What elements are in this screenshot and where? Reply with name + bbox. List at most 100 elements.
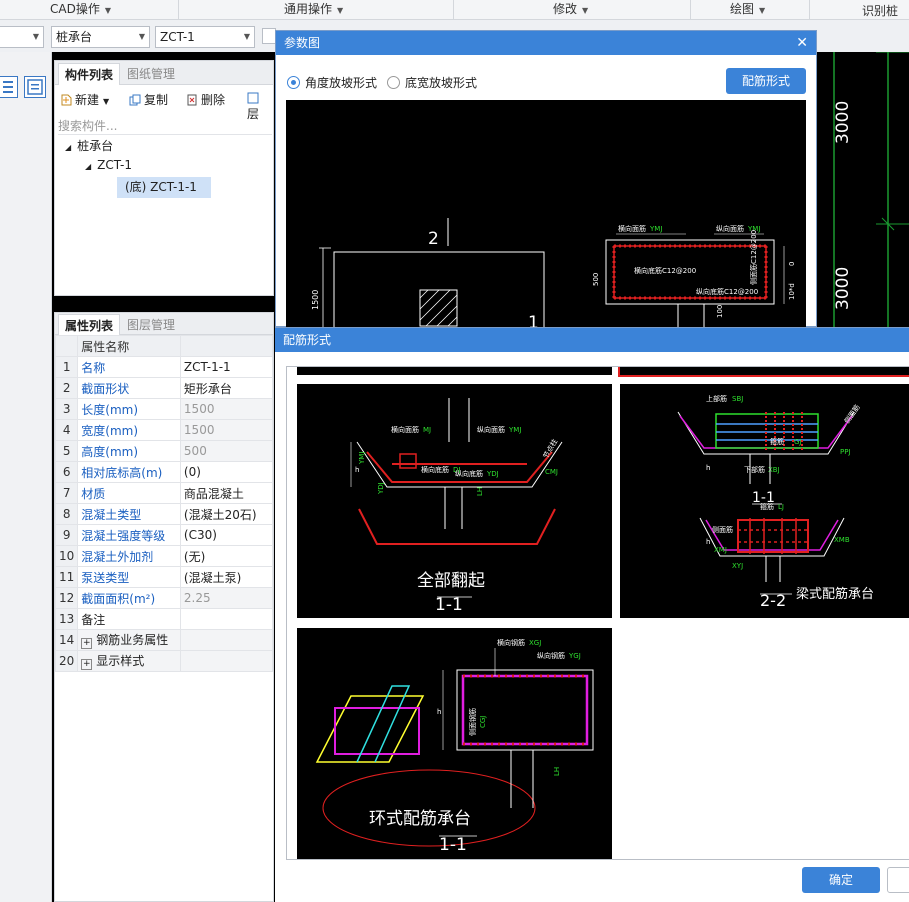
menu-cad-operations[interactable]: CAD操作 ▼ bbox=[50, 0, 111, 20]
cad-canvas[interactable]: 3000 3000 bbox=[816, 52, 909, 327]
dialog-title: 配筋形式 bbox=[283, 333, 332, 347]
rebar-label: 纵向面筋 bbox=[477, 425, 505, 434]
rebar-thumb-prev-selected[interactable] bbox=[618, 367, 909, 377]
rebar-form-button[interactable]: 配筋形式 bbox=[726, 68, 806, 94]
property-row[interactable]: 13 备注 bbox=[54, 608, 274, 630]
property-row[interactable]: 6 相对底标高(m) (0) bbox=[54, 461, 274, 483]
tree-node-pile-cap[interactable]: ◢ 桩承台 bbox=[65, 137, 113, 154]
component-search-input[interactable]: 搜索构件... bbox=[58, 117, 272, 135]
list-view-icon[interactable] bbox=[0, 76, 18, 98]
tree-node-zct1[interactable]: ◢ ZCT-1 bbox=[85, 158, 132, 172]
property-row[interactable]: 10 混凝土外加剂 (无) bbox=[54, 545, 274, 567]
property-row[interactable]: 9 混凝土强度等级 (C30) bbox=[54, 524, 274, 546]
property-row[interactable]: 20 + 显示样式 bbox=[54, 650, 274, 672]
floor-select[interactable]: ▼ bbox=[0, 26, 44, 48]
header-index bbox=[54, 335, 79, 357]
menu-draw[interactable]: 绘图 ▼ bbox=[730, 0, 765, 20]
property-index: 13 bbox=[54, 608, 79, 630]
property-value[interactable]: (混凝土20石) bbox=[179, 503, 274, 525]
property-index: 10 bbox=[54, 545, 79, 567]
radio-width-slope[interactable]: 底宽放坡形式 bbox=[387, 74, 477, 91]
tree-node-label: ZCT-1 bbox=[97, 158, 132, 172]
rebar-code: GJ bbox=[794, 438, 802, 446]
dialog-title: 参数图 bbox=[284, 36, 321, 50]
confirm-button[interactable]: 确定 bbox=[802, 867, 880, 893]
copy-button[interactable]: 复制 bbox=[129, 91, 168, 108]
property-index: 5 bbox=[54, 440, 79, 462]
section-mark: 2 bbox=[428, 229, 439, 249]
rebar-label: 箍筋 bbox=[770, 437, 784, 446]
property-value[interactable]: ZCT-1-1 bbox=[179, 356, 274, 378]
property-index: 9 bbox=[54, 524, 79, 546]
type-select[interactable]: 桩承台 ▼ bbox=[51, 26, 150, 48]
delete-button[interactable]: 删除 bbox=[186, 91, 225, 108]
property-index: 7 bbox=[54, 482, 79, 504]
cancel-button[interactable] bbox=[887, 867, 909, 893]
rebar-code: YDJ bbox=[486, 470, 499, 478]
rebar-thumb-beam[interactable]: 上部筋 SBJ 侧面筋 下部筋 XBJ 箍筋 GJ PPJ 1-1 箍筋 LJ 侧面筋 … bbox=[620, 384, 909, 618]
property-row[interactable]: 4 宽度(mm) 1500 bbox=[54, 419, 274, 441]
property-value: 2.25 bbox=[179, 587, 274, 609]
property-value: 1500 bbox=[179, 419, 274, 441]
property-group-label: 显示样式 bbox=[96, 654, 145, 668]
rebar-thumb-ring[interactable]: 横向钢筋 XGJ 纵向钢筋 YGJ 侧面钢筋 CGJ h 环式配筋承台 1-1 LH bbox=[297, 628, 612, 860]
property-row[interactable]: 2 截面形状 矩形承台 bbox=[54, 377, 274, 399]
rebar-code: YMJ bbox=[358, 452, 366, 465]
property-value[interactable]: (0) bbox=[179, 461, 274, 483]
thumb-caption: 全部翻起 bbox=[417, 571, 485, 591]
tab-drawing-management[interactable]: 图纸管理 bbox=[121, 63, 181, 85]
select-value: ZCT-1 bbox=[160, 30, 195, 44]
property-row[interactable]: 7 材质 商品混凝土 bbox=[54, 482, 274, 504]
detail-view-icon[interactable] bbox=[24, 76, 46, 98]
dimension-text: 100 bbox=[716, 305, 724, 318]
rebar-thumb-full-bent[interactable]: 横向面筋 MJ 纵向面筋 YMJ 横向底筋 DJ 纵向底筋 YDJ 节点柱 CMJ h … bbox=[297, 384, 612, 618]
dialog-titlebar: 配筋形式 bbox=[275, 328, 909, 352]
rebar-code: CGJ bbox=[479, 716, 487, 728]
tab-component-list[interactable]: 构件列表 bbox=[58, 63, 121, 85]
menu-common-operations[interactable]: 通用操作 ▼ bbox=[284, 0, 343, 20]
expand-plus-icon[interactable]: + bbox=[81, 659, 93, 670]
dimension-text: h bbox=[706, 538, 710, 546]
property-row[interactable]: 3 长度(mm) 1500 bbox=[54, 398, 274, 420]
property-value[interactable]: 矩形承台 bbox=[179, 377, 274, 399]
property-value[interactable] bbox=[179, 608, 274, 630]
new-button[interactable]: 新建 ▼ bbox=[60, 91, 109, 108]
property-value[interactable]: (混凝土泵) bbox=[179, 566, 274, 588]
radio-angle-slope[interactable]: 角度放坡形式 bbox=[287, 74, 377, 91]
radio-checked-icon bbox=[287, 76, 300, 89]
expand-plus-icon[interactable]: + bbox=[81, 638, 93, 649]
property-row[interactable]: 12 截面面积(m²) 2.25 bbox=[54, 587, 274, 609]
property-row[interactable]: 5 高度(mm) 500 bbox=[54, 440, 274, 462]
property-value[interactable]: (C30) bbox=[179, 524, 274, 546]
rebar-code: CMJ bbox=[545, 468, 558, 476]
property-value[interactable]: (无) bbox=[179, 545, 274, 567]
section-label: 1-1 bbox=[439, 835, 467, 855]
menu-divider bbox=[690, 0, 691, 20]
tree-node-label: (底) ZCT-1-1 bbox=[125, 180, 197, 194]
tree-node-zct1-1-selected[interactable]: (底) ZCT-1-1 bbox=[117, 177, 211, 198]
new-label: 新建 bbox=[75, 93, 100, 107]
property-index: 1 bbox=[54, 356, 79, 378]
property-index: 14 bbox=[54, 629, 79, 651]
property-row[interactable]: 11 泵送类型 (混凝土泵) bbox=[54, 566, 274, 588]
property-row[interactable]: 1 名称 ZCT-1-1 bbox=[54, 356, 274, 378]
search-placeholder: 搜索构件... bbox=[58, 119, 118, 133]
property-value[interactable]: 商品混凝土 bbox=[179, 482, 274, 504]
dimension-text: h bbox=[706, 464, 710, 472]
menu-modify[interactable]: 修改 ▼ bbox=[553, 0, 588, 20]
menu-divider bbox=[178, 0, 179, 20]
menu-identify-pile-cap[interactable]: 识别桩承 bbox=[862, 2, 909, 37]
option-checkbox[interactable] bbox=[262, 28, 276, 44]
rebar-thumb-prev[interactable] bbox=[297, 367, 612, 375]
select-value: 桩承台 bbox=[56, 30, 93, 44]
dimension-text: 500 bbox=[592, 273, 600, 286]
property-row[interactable]: 14 + 钢筋业务属性 bbox=[54, 629, 274, 651]
tab-property-list[interactable]: 属性列表 bbox=[58, 314, 121, 336]
close-icon[interactable]: ✕ bbox=[796, 31, 808, 55]
property-row[interactable]: 8 混凝土类型 (混凝土20石) bbox=[54, 503, 274, 525]
collapse-arrow-icon: ◢ bbox=[65, 143, 72, 152]
property-name: 名称 bbox=[77, 356, 181, 378]
tab-layer-management[interactable]: 图层管理 bbox=[121, 314, 181, 336]
rebar-code: YDJ bbox=[377, 482, 385, 495]
component-select[interactable]: ZCT-1 ▼ bbox=[155, 26, 255, 48]
